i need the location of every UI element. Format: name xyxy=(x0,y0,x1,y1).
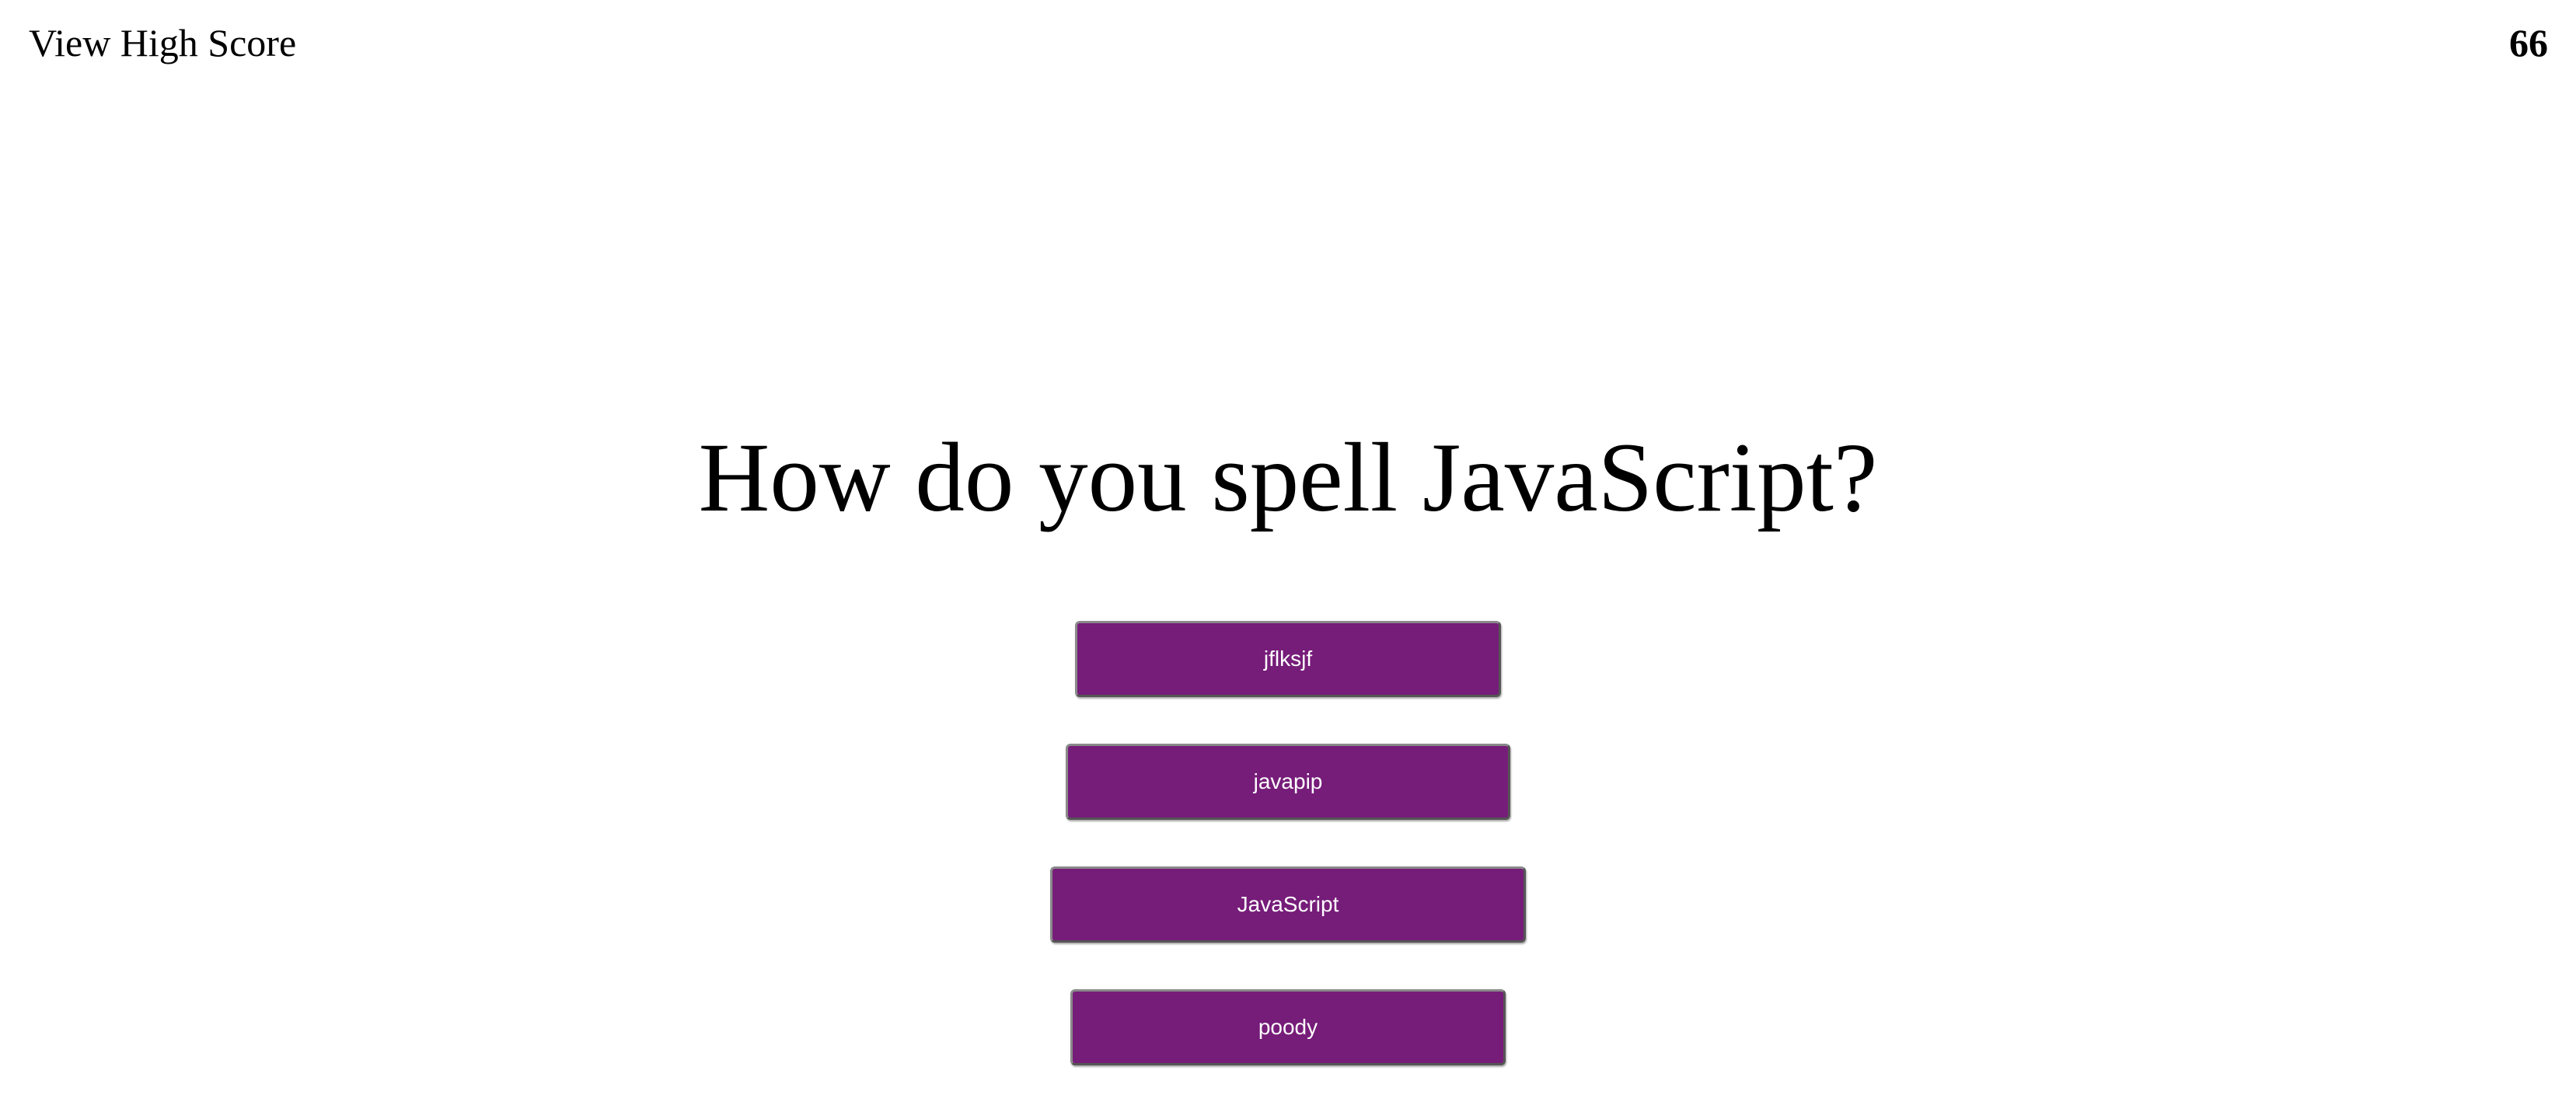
answer-button-3[interactable]: JavaScript xyxy=(1050,866,1526,943)
view-high-score-link[interactable]: View High Score xyxy=(29,17,296,68)
timer-value: 66 xyxy=(2509,21,2548,64)
question-title: How do you spell JavaScript? xyxy=(698,424,1878,532)
answer-list: jflksjf javapip JavaScript poody xyxy=(0,621,2576,1112)
answer-button-2[interactable]: javapip xyxy=(1066,744,1510,820)
answer-button-4[interactable]: poody xyxy=(1070,989,1506,1065)
answer-button-1[interactable]: jflksjf xyxy=(1075,621,1501,697)
